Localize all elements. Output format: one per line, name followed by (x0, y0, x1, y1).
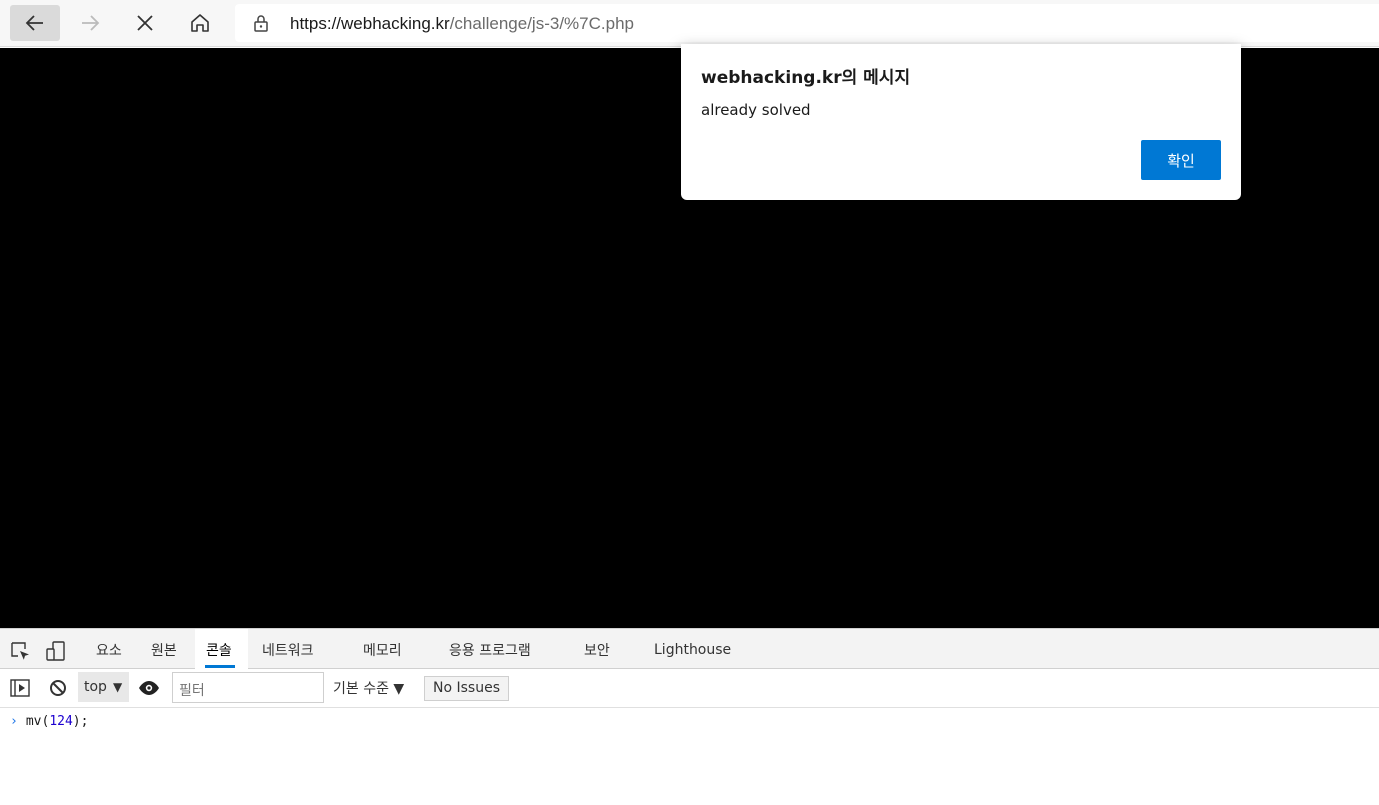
filter-input[interactable] (172, 672, 324, 703)
tab-sources[interactable]: 원본 (151, 640, 177, 660)
dialog-title: webhacking.kr의 메시지 (701, 68, 911, 88)
inspect-element-icon[interactable] (9, 640, 31, 662)
console-command: mv(124); (26, 714, 89, 729)
ok-button[interactable]: 확인 (1141, 140, 1221, 180)
active-tab-indicator (205, 665, 235, 668)
issues-button[interactable]: No Issues (424, 676, 509, 701)
arrow-right-icon (82, 15, 100, 31)
eye-icon[interactable] (138, 680, 160, 696)
tab-console[interactable]: 콘솔 (206, 640, 232, 660)
tab-lighthouse[interactable]: Lighthouse (654, 642, 731, 658)
chevron-right-icon: › (10, 714, 18, 729)
clear-console-icon[interactable] (49, 679, 67, 697)
arrow-left-icon (25, 15, 43, 31)
console-input-line[interactable]: › mv(124); (10, 714, 88, 729)
devtools-tab-bar: 요소 원본 콘솔 네트워크 메모리 응용 프로그램 보안 Lighthouse (0, 628, 1379, 669)
device-emulation-icon[interactable] (45, 640, 67, 662)
tab-memory[interactable]: 메모리 (363, 640, 402, 660)
lock-icon (254, 15, 268, 32)
cmd-suffix: ); (72, 714, 89, 729)
console-toolbar: top ▼ 기본 수준 ▼ No Issues (0, 669, 1379, 708)
address-bar[interactable]: https://webhacking.kr/challenge/js-3/%7C… (235, 4, 1379, 42)
home-button[interactable] (175, 5, 225, 41)
tab-application[interactable]: 응용 프로그램 (449, 640, 531, 660)
browser-toolbar: https://webhacking.kr/challenge/js-3/%7C… (0, 0, 1379, 47)
tab-security[interactable]: 보안 (584, 640, 610, 660)
url-text[interactable]: https://webhacking.kr/challenge/js-3/%7C… (290, 14, 634, 34)
back-button[interactable] (10, 5, 60, 41)
url-path: /challenge/js-3/%7C.php (449, 14, 634, 33)
tab-elements[interactable]: 요소 (96, 640, 122, 660)
url-host: https://webhacking.kr (290, 14, 450, 33)
cmd-prefix: mv( (25, 714, 50, 729)
stop-button[interactable] (120, 5, 170, 41)
sidebar-toggle-icon[interactable] (10, 679, 30, 697)
log-level-dropdown[interactable]: 기본 수준 ▼ (333, 678, 404, 698)
home-icon (191, 14, 209, 32)
dialog-message: already solved (701, 101, 811, 119)
forward-button[interactable] (65, 5, 115, 41)
tab-network[interactable]: 네트워크 (262, 640, 314, 660)
alert-dialog: webhacking.kr의 메시지 already solved 확인 (681, 44, 1241, 200)
chevron-down-icon: ▼ (112, 680, 123, 694)
context-selector[interactable]: top ▼ (78, 672, 129, 702)
close-icon (137, 15, 153, 31)
cmd-number: 124 (49, 714, 73, 729)
context-value: top (84, 679, 107, 695)
